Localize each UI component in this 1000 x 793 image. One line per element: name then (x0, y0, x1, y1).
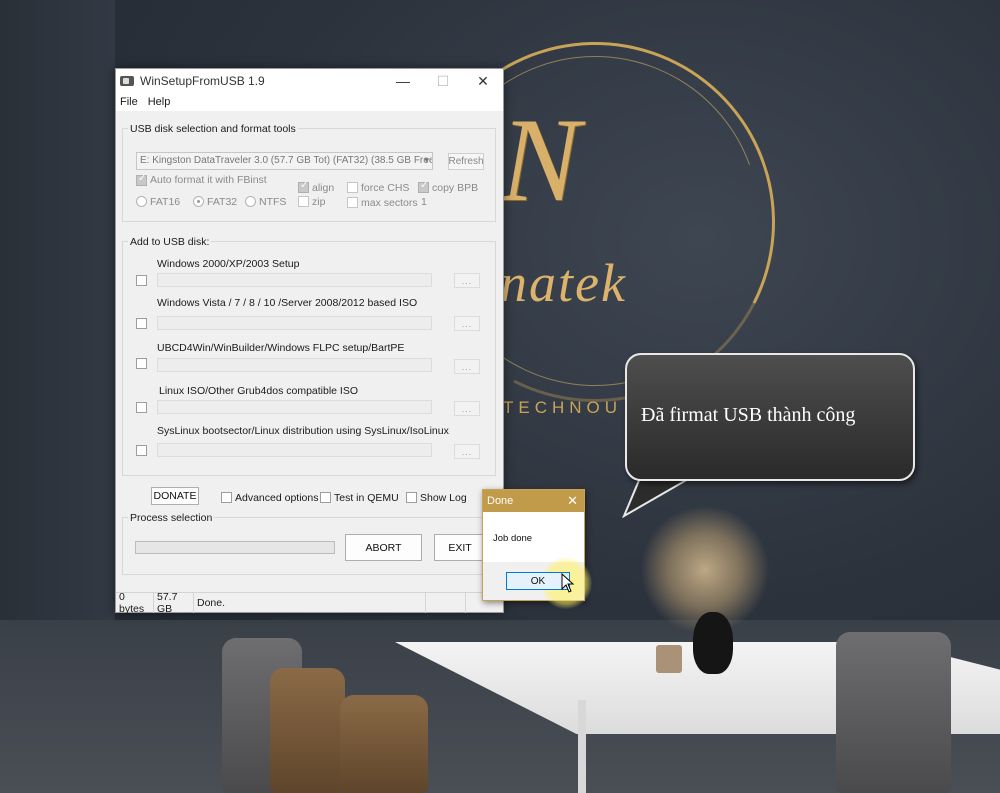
done-dialog-title: Done (487, 495, 514, 507)
source-checkbox-winxp[interactable] (136, 275, 147, 286)
exit-button[interactable]: EXIT (434, 534, 486, 561)
browse-button-vista[interactable]: ... (454, 316, 480, 331)
source-label-linux: Linux ISO/Other Grub4dos compatible ISO (159, 385, 359, 397)
show-log-checkbox[interactable] (406, 492, 417, 503)
callout-text: Đã firmat USB thành công (641, 404, 856, 426)
black-vase (693, 612, 733, 674)
source-path-syslinux[interactable] (157, 443, 432, 457)
table-leg (578, 700, 586, 793)
menu-file[interactable]: File (120, 96, 138, 108)
status-message: Done. (194, 592, 426, 613)
force-chs-checkbox[interactable] (347, 182, 358, 193)
menu-help[interactable]: Help (148, 96, 171, 108)
close-button[interactable]: ✕ (463, 69, 503, 93)
ntfs-radio[interactable] (245, 196, 256, 207)
browse-button-ubcd[interactable]: ... (454, 359, 480, 374)
test-qemu-checkbox[interactable] (320, 492, 331, 503)
source-checkbox-vista[interactable] (136, 318, 147, 329)
align-checkbox[interactable] (298, 180, 309, 193)
fat16-radio[interactable] (136, 196, 147, 207)
winsetupfromusb-window: WinSetupFromUSB 1.9 — ☐ ✕ File Help USB … (115, 68, 504, 615)
auto-format-checkbox[interactable] (136, 173, 147, 186)
browse-button-linux[interactable]: ... (454, 401, 480, 416)
done-dialog-title-bar[interactable]: Done ✕ (483, 490, 584, 512)
minimize-button[interactable]: — (383, 69, 423, 93)
status-size: 57.7 GB (154, 591, 194, 615)
advanced-options-label: Advanced options (235, 492, 319, 504)
copy-bpb-label: copy BPB (432, 182, 479, 194)
show-log-label: Show Log (420, 492, 467, 504)
browse-button-syslinux[interactable]: ... (454, 444, 480, 459)
donate-button[interactable]: DONATE (151, 487, 199, 505)
usb-drive-icon (120, 76, 134, 86)
status-bar: 0 bytes 57.7 GB Done. (116, 591, 503, 615)
logo-letter: N (500, 93, 580, 226)
max-sectors-value[interactable]: 1 (421, 196, 427, 208)
menu-bar: File Help (116, 93, 503, 111)
logo-subtitle: TECHNOU (503, 398, 623, 417)
process-selection-label: Process selection (128, 512, 215, 524)
source-label-ubcd: UBCD4Win/WinBuilder/Windows FLPC setup/B… (157, 342, 405, 354)
source-path-winxp[interactable] (157, 273, 432, 287)
source-path-linux[interactable] (157, 400, 432, 414)
done-dialog-message: Job done (493, 533, 533, 544)
source-path-ubcd[interactable] (157, 358, 432, 372)
refresh-button[interactable]: Refresh (448, 153, 484, 170)
source-path-vista[interactable] (157, 316, 432, 330)
title-bar[interactable]: WinSetupFromUSB 1.9 — ☐ ✕ (116, 69, 503, 93)
source-checkbox-linux[interactable] (136, 402, 147, 413)
logo-word: natek (500, 253, 627, 313)
fat32-label: FAT32 (207, 196, 238, 208)
max-sectors-label: max sectors (361, 197, 418, 209)
usb-disk-select-value: E: Kingston DataTraveler 3.0 (57.7 GB To… (140, 155, 433, 166)
abort-button[interactable]: ABORT (345, 534, 422, 561)
max-sectors-checkbox[interactable] (347, 197, 358, 208)
zip-checkbox[interactable] (298, 196, 309, 207)
chair (270, 668, 345, 793)
fat16-label: FAT16 (150, 196, 181, 208)
close-icon[interactable]: ✕ (567, 493, 578, 509)
source-checkbox-syslinux[interactable] (136, 445, 147, 456)
window-title: WinSetupFromUSB 1.9 (140, 74, 265, 88)
copy-bpb-checkbox[interactable] (418, 180, 429, 193)
status-bytes: 0 bytes (116, 591, 154, 615)
browse-button-winxp[interactable]: ... (454, 273, 480, 288)
small-vase (656, 645, 682, 673)
align-label: align (312, 182, 335, 194)
callout-tail (622, 478, 693, 518)
progress-bar (135, 541, 335, 554)
chevron-down-icon: ▾ (424, 155, 429, 165)
auto-format-label: Auto format it with FBinst (150, 174, 267, 186)
status-cell-empty (426, 592, 466, 613)
source-checkbox-ubcd[interactable] (136, 358, 147, 369)
fat32-radio[interactable] (193, 196, 204, 207)
ntfs-label: NTFS (259, 196, 287, 208)
source-label-vista: Windows Vista / 7 / 8 / 10 /Server 2008/… (157, 297, 418, 309)
zip-label: zip (312, 196, 326, 208)
add-to-usb-group-label: Add to USB disk: (128, 236, 212, 248)
usb-disk-select[interactable]: E: Kingston DataTraveler 3.0 (57.7 GB To… (136, 152, 433, 170)
source-label-syslinux: SysLinux bootsector/Linux distribution u… (157, 425, 449, 437)
usb-disk-group-label: USB disk selection and format tools (128, 123, 298, 135)
test-qemu-label: Test in QEMU (334, 492, 399, 504)
chair (340, 695, 428, 793)
force-chs-label: force CHS (361, 182, 410, 194)
chair (836, 632, 951, 793)
advanced-options-checkbox[interactable] (221, 492, 232, 503)
maximize-button[interactable]: ☐ (423, 69, 463, 93)
source-label-winxp: Windows 2000/XP/2003 Setup (157, 258, 300, 270)
mouse-pointer-icon (561, 573, 575, 593)
